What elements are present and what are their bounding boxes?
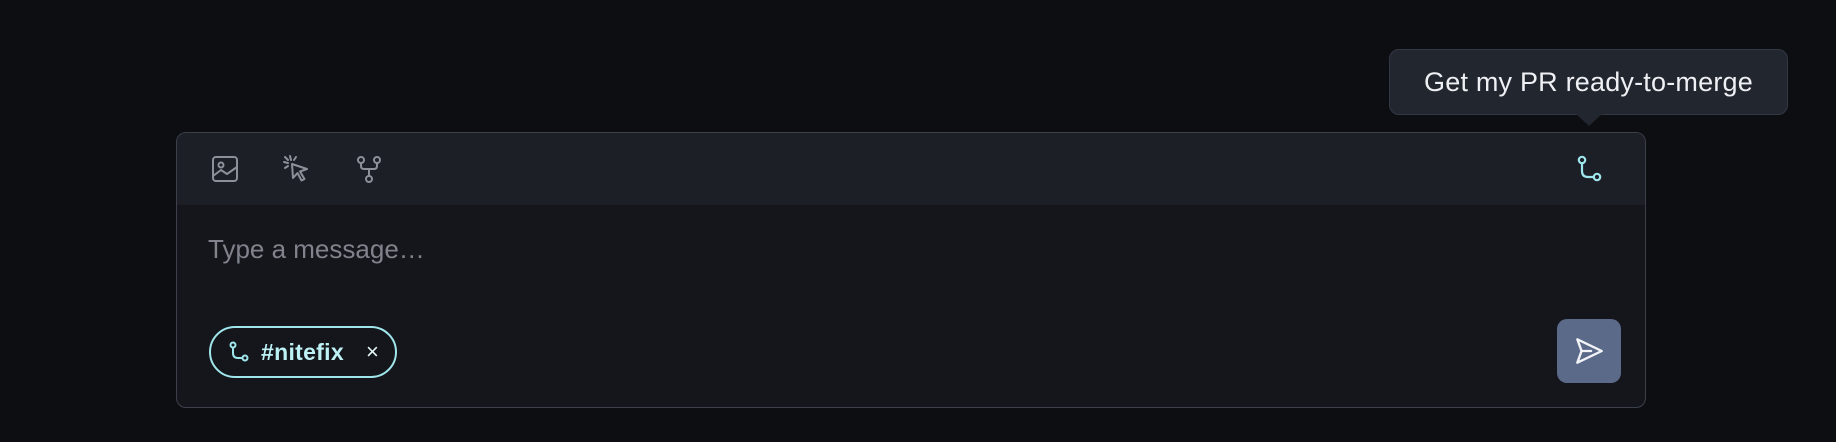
pr-ready-button[interactable] [1567,147,1611,191]
branch-chip[interactable]: #nitefix × [209,326,397,378]
chip-remove-button[interactable]: × [366,341,379,363]
message-input[interactable] [208,229,1588,269]
tooltip: Get my PR ready-to-merge [1389,49,1788,115]
attach-image-button[interactable] [203,147,247,191]
page: Get my PR ready-to-merge Type a message…… [0,0,1836,442]
message-composer: #nitefix × [176,132,1646,408]
fork-icon [357,156,381,183]
cursor-click-icon [283,155,308,182]
image-icon [212,156,238,182]
send-icon [1576,338,1603,364]
composer-toolbar [177,133,1645,205]
chip-label: #nitefix [261,338,344,365]
select-element-button[interactable] [275,147,319,191]
git-pull-request-icon [1577,155,1602,182]
git-branch-icon [227,340,251,364]
fork-button[interactable] [347,147,391,191]
tooltip-text: Get my PR ready-to-merge [1424,66,1753,97]
tooltip-arrow [1576,114,1602,126]
send-button[interactable] [1557,319,1621,383]
